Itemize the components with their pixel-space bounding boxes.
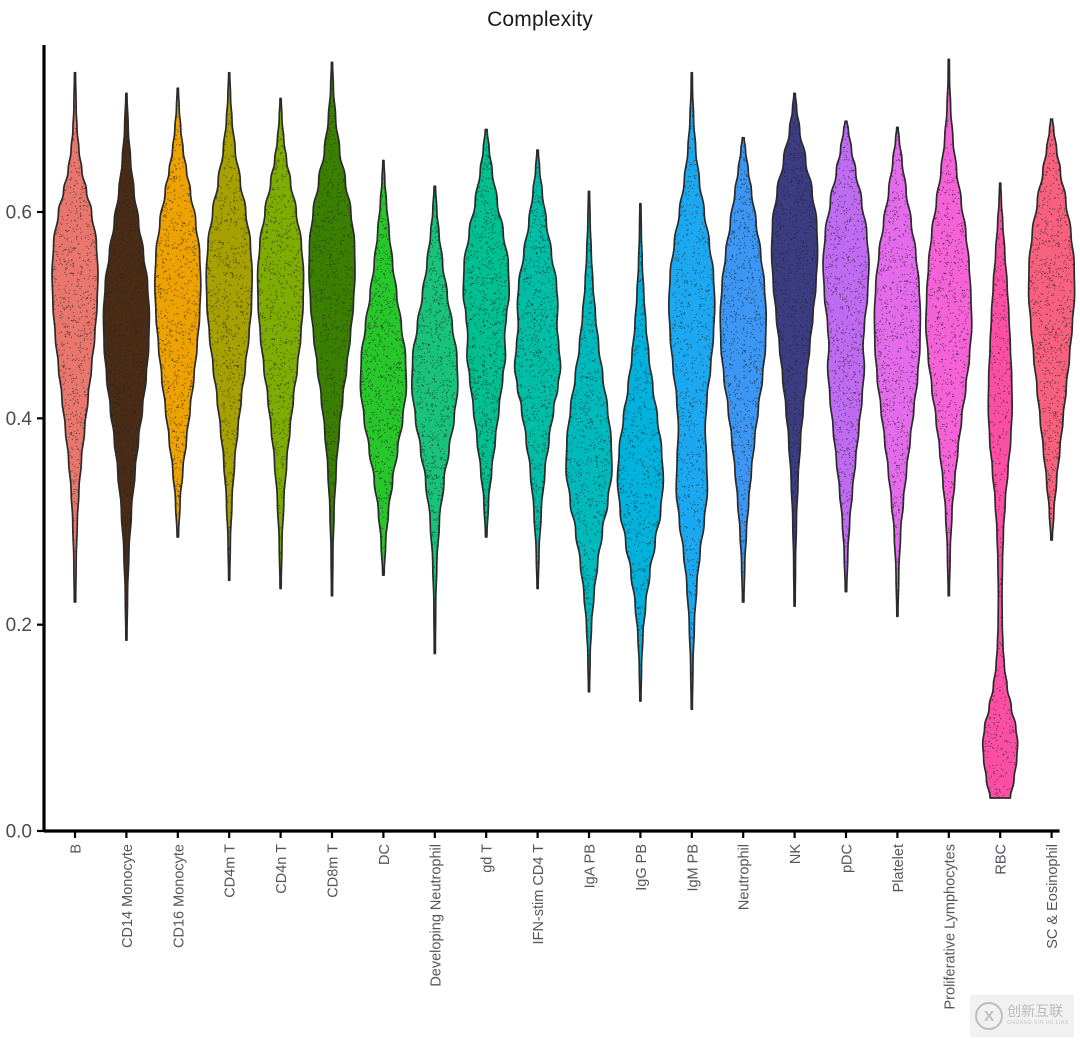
violin-plot-canvas: 0.0 0.2 0.4 0.6 B CD14 Monocyte CD16 Monocyte… (6, 45, 1076, 1010)
x-tick-label-gd-t: gd T (480, 844, 496, 873)
x-tick-label-b: B (69, 844, 85, 854)
x-tick-label-dc: DC (377, 844, 393, 865)
x-tick-label-cd4n-t: CD4n T (274, 844, 290, 894)
y-tick-label: 0.2 (6, 615, 32, 636)
violin-plot-figure: Complexity 0.0 0.2 0.4 0.6 B CD14 Monocyte CD… (0, 0, 1080, 1043)
violin-rbc (981, 182, 1019, 799)
x-axis-tick-labels: B CD14 Monocyte CD16 Monocyte CD4m T CD4n T C… (69, 844, 1062, 1010)
watermark-en-text: CHUANG XIN HU LIAN (1007, 1020, 1069, 1027)
x-tick-label-igm-pb: IgM PB (685, 844, 701, 892)
x-tick-label-cd8m-t: CD8m T (326, 844, 342, 898)
violin-igm-pb (667, 71, 716, 711)
watermark-inner: 创新互联 CHUANG XIN HU LIAN (975, 1002, 1069, 1030)
x-tick-label-developing-neutrophil: Developing Neutrophil (428, 844, 444, 987)
x-tick-label-cd14-monocyte: CD14 Monocyte (120, 844, 136, 948)
x-tick-label-nk: NK (788, 844, 804, 864)
x-tick-label-cd4m-t: CD4m T (223, 844, 239, 898)
x-tick-label-iga-pb: IgA PB (583, 844, 599, 888)
violin-proliferative-lymphocytes (924, 58, 973, 597)
violin-cd4m-t (205, 71, 254, 582)
violin-cd14-monocyte (102, 92, 151, 641)
watermark: 创新互联 CHUANG XIN HU LIAN (970, 995, 1074, 1037)
y-tick-label: 0.4 (6, 409, 33, 430)
x-tick-label-proliferative-lymphocytes: Proliferative Lymphocytes (942, 844, 958, 1009)
violin-igg-pb (616, 202, 665, 702)
x-tick-label-sc-eosinophil: SC & Eosinophil (1045, 844, 1061, 949)
violin-sc-eosinophil (1027, 118, 1076, 541)
violin-ifn-stim-cd4-t (513, 149, 562, 590)
x-tick-label-pdc: pDC (840, 844, 856, 873)
x-tick-label-platelet: Platelet (891, 844, 907, 892)
violin-iga-pb (565, 190, 613, 693)
violin-cd4n-t (256, 97, 305, 590)
violin-cd16-monocyte (153, 87, 202, 538)
x-tick-label-igg-pb: IgG PB (634, 844, 650, 891)
x-tick-label-rbc: RBC (994, 844, 1010, 875)
violins-group (51, 58, 1076, 799)
y-axis-tick-labels: 0.0 0.2 0.4 0.6 (6, 203, 33, 843)
x-tick-label-neutrophil: Neutrophil (737, 844, 753, 910)
cx-circle-logo-icon (975, 1002, 1004, 1030)
violin-cd8m-t (308, 61, 356, 597)
violin-pdc (822, 120, 870, 593)
y-tick-label: 0.6 (6, 203, 32, 224)
watermark-texts: 创新互联 CHUANG XIN HU LIAN (1007, 1005, 1069, 1026)
x-tick-label-ifn-stim-cd4-t: IFN-stim CD4 T (531, 844, 547, 945)
violin-b (51, 71, 99, 603)
y-tick-label: 0.0 (6, 822, 32, 843)
violin-developing-neutrophil (410, 185, 459, 655)
watermark-cn-text: 创新互联 (1007, 1004, 1064, 1021)
x-tick-label-cd16-monocyte: CD16 Monocyte (171, 844, 187, 948)
violin-gd-t (462, 128, 511, 538)
